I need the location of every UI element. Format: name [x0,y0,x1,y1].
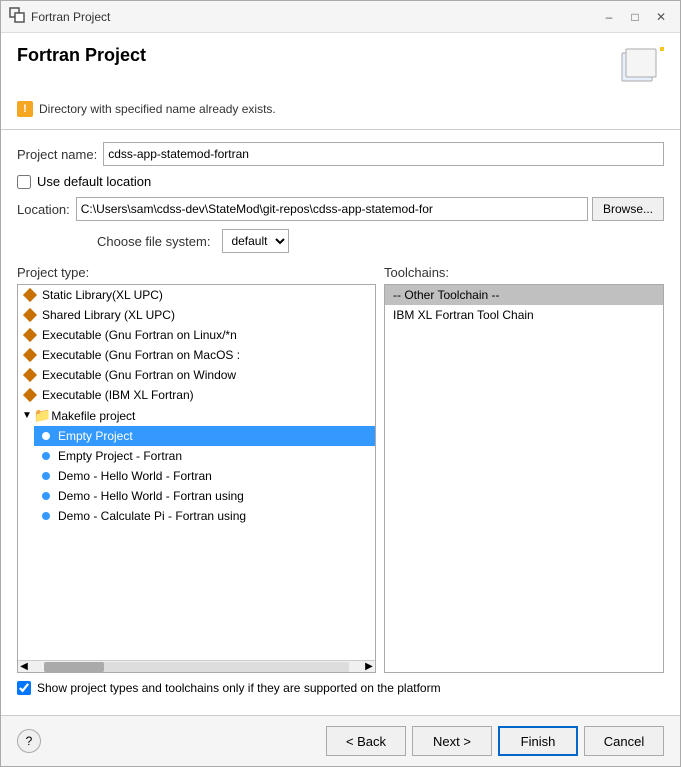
finish-button[interactable]: Finish [498,726,578,756]
tree-item-label: Executable (Gnu Fortran on Window [42,368,236,382]
dot-icon [38,508,54,524]
diamond-icon [22,307,38,323]
back-button[interactable]: < Back [326,726,406,756]
use-default-label: Use default location [37,174,151,189]
project-type-panel: Project type: Static Library(XL UPC) Sha… [17,265,376,673]
footer-buttons: < Back Next > Finish Cancel [326,726,664,756]
dot-icon [38,448,54,464]
maximize-button[interactable]: □ [624,6,646,28]
filesystem-row: Choose file system: default [17,229,664,253]
tree-item-exec-gnu-win[interactable]: Executable (Gnu Fortran on Window [18,365,375,385]
project-name-row: Project name: [17,142,664,166]
dot-icon [38,428,54,444]
makefile-group-label: Makefile project [51,409,135,423]
tree-item-label: Executable (Gnu Fortran on MacOS : [42,348,240,362]
warning-bar: ! Directory with specified name already … [17,101,664,117]
use-default-checkbox[interactable] [17,175,31,189]
makefile-group: ▼ 📁 Makefile project Empty Project [18,405,375,526]
project-type-scroll[interactable]: Static Library(XL UPC) Shared Library (X… [18,285,375,660]
dot-icon [38,488,54,504]
bottom-checkbox-row: Show project types and toolchains only i… [17,681,664,695]
toolchain-label: IBM XL Fortran Tool Chain [393,308,534,322]
page-title-block: Fortran Project [17,45,146,66]
title-bar: Fortran Project – □ ✕ [1,1,680,33]
toolchains-label: Toolchains: [384,265,664,280]
makefile-group-header[interactable]: ▼ 📁 Makefile project [18,405,375,426]
next-button[interactable]: Next > [412,726,492,756]
main-content: Fortran Project ! Directory with specifi… [1,33,680,715]
help-button[interactable]: ? [17,729,41,753]
chevron-down-icon: ▼ [22,410,32,421]
dot-icon [38,468,54,484]
tree-item-label: Empty Project - Fortran [58,449,182,463]
h-scroll-thumb[interactable] [44,662,104,672]
browse-button[interactable]: Browse... [592,197,664,221]
h-scrollbar[interactable] [44,662,349,672]
footer: ? < Back Next > Finish Cancel [1,715,680,766]
footer-left: ? [17,729,41,753]
tree-item-label: Empty Project [58,429,133,443]
toolchains-list[interactable]: -- Other Toolchain -- IBM XL Fortran Too… [384,284,664,673]
page-header-icon [616,45,664,93]
close-button[interactable]: ✕ [650,6,672,28]
tree-item-label: Demo - Calculate Pi - Fortran using [58,509,246,523]
project-name-label: Project name: [17,147,97,162]
diamond-icon [22,347,38,363]
tree-item-label: Static Library(XL UPC) [42,288,163,302]
diamond-icon [22,327,38,343]
tree-item-empty-project[interactable]: Empty Project [34,426,375,446]
filesystem-select[interactable]: default [222,229,289,253]
filesystem-label: Choose file system: [97,234,210,249]
project-type-tree[interactable]: Static Library(XL UPC) Shared Library (X… [17,284,376,673]
title-bar-controls: – □ ✕ [598,6,672,28]
toolchain-item-ibm[interactable]: IBM XL Fortran Tool Chain [385,305,663,325]
title-bar-title: Fortran Project [31,10,110,24]
warning-icon: ! [17,101,33,117]
tree-item-label: Demo - Hello World - Fortran using [58,489,244,503]
scroll-right-arrow[interactable]: ▶ [363,661,375,672]
tree-item-static-lib[interactable]: Static Library(XL UPC) [18,285,375,305]
cancel-button[interactable]: Cancel [584,726,664,756]
warning-text: Directory with specified name already ex… [39,102,276,116]
window-icon [9,7,25,26]
title-bar-left: Fortran Project [9,7,110,26]
tree-item-demo-hello[interactable]: Demo - Hello World - Fortran [34,466,375,486]
tree-item-label: Executable (IBM XL Fortran) [42,388,194,402]
supported-platform-checkbox[interactable] [17,681,31,695]
minimize-button[interactable]: – [598,6,620,28]
diamond-icon [22,287,38,303]
tree-item-label: Demo - Hello World - Fortran [58,469,212,483]
toolchains-panel: Toolchains: -- Other Toolchain -- IBM XL… [384,265,664,673]
project-name-input[interactable] [103,142,664,166]
location-row: Location: Browse... [17,197,664,221]
toolchain-label: -- Other Toolchain -- [393,288,499,302]
location-label: Location: [17,202,70,217]
makefile-children: Empty Project Empty Project - Fortran De… [18,426,375,526]
scroll-left-arrow[interactable]: ◀ [18,661,30,672]
h-scrollbar-area[interactable]: ◀ ▶ [18,660,375,672]
diamond-icon [22,387,38,403]
main-window: Fortran Project – □ ✕ Fortran Project [0,0,681,767]
folder-icon: 📁 [34,407,51,424]
divider-top [1,129,680,130]
location-input[interactable] [76,197,588,221]
page-title: Fortran Project [17,45,146,66]
tree-item-exec-gnu-macos[interactable]: Executable (Gnu Fortran on MacOS : [18,345,375,365]
tree-item-demo-pi[interactable]: Demo - Calculate Pi - Fortran using [34,506,375,526]
tree-item-exec-ibm[interactable]: Executable (IBM XL Fortran) [18,385,375,405]
supported-platform-label: Show project types and toolchains only i… [37,681,441,695]
tree-item-empty-project-fortran[interactable]: Empty Project - Fortran [34,446,375,466]
tree-item-shared-lib[interactable]: Shared Library (XL UPC) [18,305,375,325]
project-type-label: Project type: [17,265,376,280]
tree-item-label: Executable (Gnu Fortran on Linux/*n [42,328,237,342]
use-default-row: Use default location [17,174,664,189]
tree-item-label: Shared Library (XL UPC) [42,308,175,322]
tree-item-demo-hello-using[interactable]: Demo - Hello World - Fortran using [34,486,375,506]
diamond-icon [22,367,38,383]
two-panel: Project type: Static Library(XL UPC) Sha… [17,265,664,673]
toolchain-item-other[interactable]: -- Other Toolchain -- [385,285,663,305]
tree-item-exec-gnu-linux[interactable]: Executable (Gnu Fortran on Linux/*n [18,325,375,345]
page-header: Fortran Project [17,45,664,93]
